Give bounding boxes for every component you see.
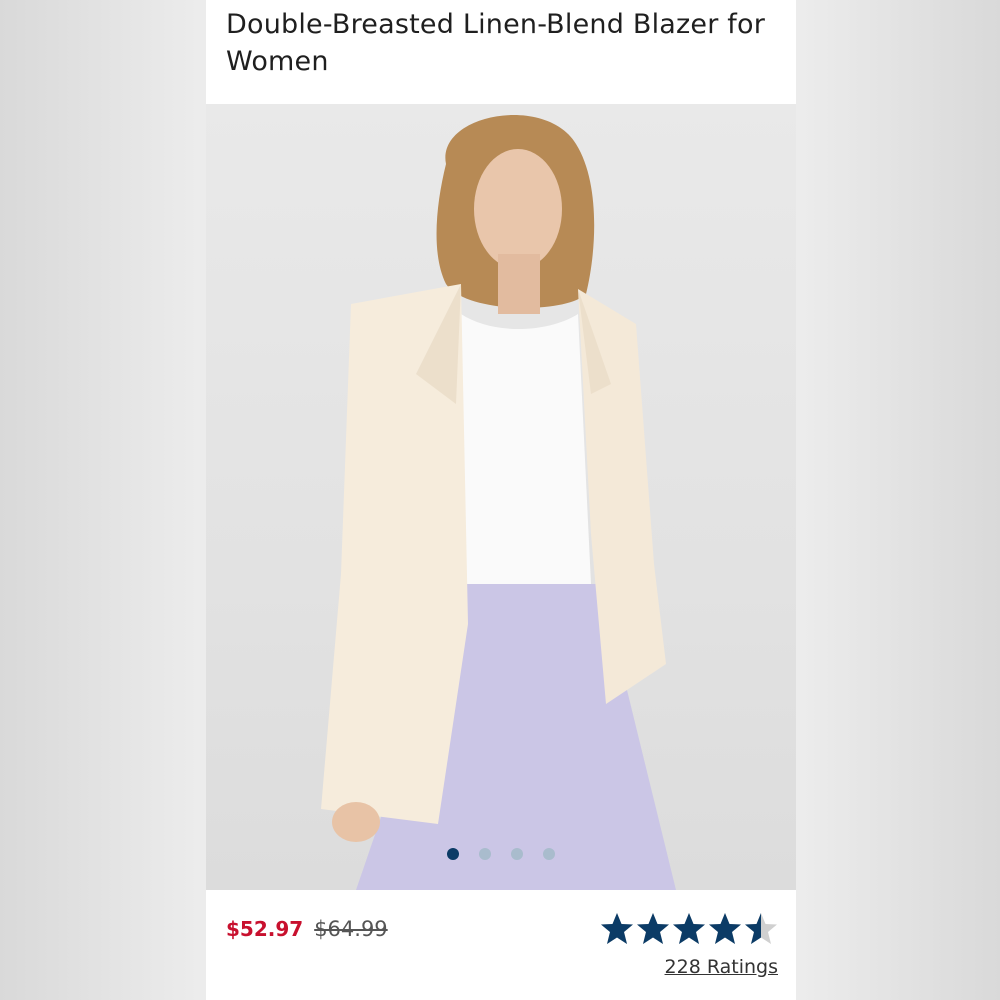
star-full-icon [637,913,669,944]
star-full-icon [601,913,633,944]
price-row: $52.97 $64.99 [226,917,388,941]
sale-price: $52.97 [226,917,304,941]
product-card: Double-Breasted Linen-Blend Blazer for W… [206,0,796,1000]
ratings-count-link[interactable]: 228 Ratings [665,956,778,978]
model-photo [321,115,676,890]
carousel-dot-1[interactable] [447,848,459,860]
original-price: $64.99 [314,917,388,941]
star-full-icon [673,913,705,944]
product-image[interactable] [206,104,796,890]
carousel-dot-3[interactable] [511,848,523,860]
carousel-dot-4[interactable] [543,848,555,860]
carousel-dot-2[interactable] [479,848,491,860]
product-title: Double-Breasted Linen-Blend Blazer for W… [226,9,766,77]
star-rating[interactable] [600,912,778,946]
star-full-icon [709,913,741,944]
star-half-icon [745,913,777,944]
carousel-pagination [206,848,796,860]
